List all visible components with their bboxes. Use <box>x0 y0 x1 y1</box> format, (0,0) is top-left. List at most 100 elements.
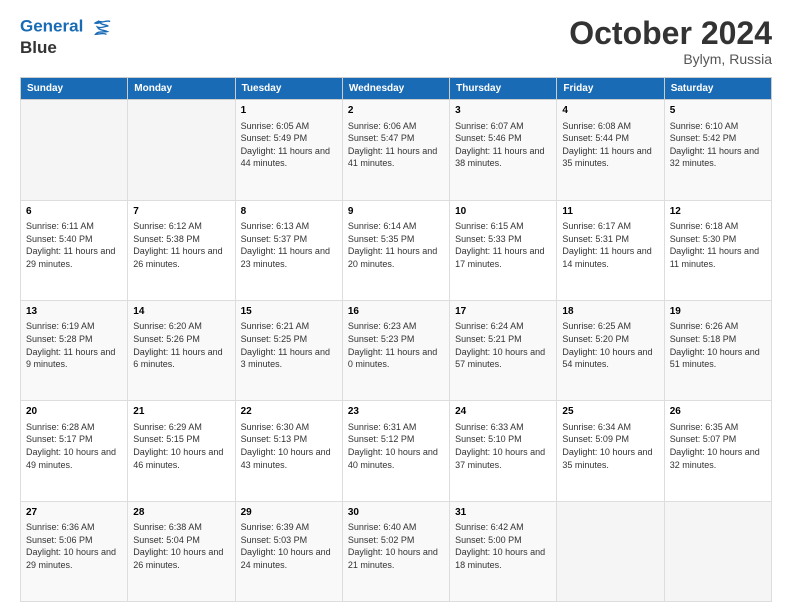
location-subtitle: Bylym, Russia <box>569 51 772 67</box>
day-number: 29 <box>241 506 337 520</box>
calendar-cell: 18Sunrise: 6:25 AM Sunset: 5:20 PM Dayli… <box>557 300 664 400</box>
day-info: Sunrise: 6:23 AM Sunset: 5:23 PM Dayligh… <box>348 320 444 370</box>
day-info: Sunrise: 6:24 AM Sunset: 5:21 PM Dayligh… <box>455 320 551 370</box>
day-number: 9 <box>348 205 444 219</box>
day-number: 5 <box>670 104 766 118</box>
calendar-week-2: 6Sunrise: 6:11 AM Sunset: 5:40 PM Daylig… <box>21 200 772 300</box>
calendar-cell: 11Sunrise: 6:17 AM Sunset: 5:31 PM Dayli… <box>557 200 664 300</box>
title-area: October 2024 Bylym, Russia <box>569 16 772 67</box>
month-title: October 2024 <box>569 16 772 51</box>
day-info: Sunrise: 6:36 AM Sunset: 5:06 PM Dayligh… <box>26 521 122 571</box>
day-number: 8 <box>241 205 337 219</box>
day-number: 7 <box>133 205 229 219</box>
day-number: 25 <box>562 405 658 419</box>
day-info: Sunrise: 6:21 AM Sunset: 5:25 PM Dayligh… <box>241 320 337 370</box>
day-number: 23 <box>348 405 444 419</box>
day-number: 15 <box>241 305 337 319</box>
logo-line1: General <box>20 16 112 38</box>
calendar-table: Sunday Monday Tuesday Wednesday Thursday… <box>20 77 772 602</box>
calendar-cell: 19Sunrise: 6:26 AM Sunset: 5:18 PM Dayli… <box>664 300 771 400</box>
calendar-cell: 28Sunrise: 6:38 AM Sunset: 5:04 PM Dayli… <box>128 501 235 601</box>
calendar-cell: 5 Sunrise: 6:10 AM Sunset: 5:42 PM Daylig… <box>664 100 771 200</box>
calendar-cell: 14Sunrise: 6:20 AM Sunset: 5:26 PM Dayli… <box>128 300 235 400</box>
header-monday: Monday <box>128 78 235 100</box>
header-saturday: Saturday <box>664 78 771 100</box>
day-info: Sunrise: 6:08 AM Sunset: 5:44 PM Dayligh… <box>562 120 658 170</box>
calendar-cell: 31Sunrise: 6:42 AM Sunset: 5:00 PM Dayli… <box>450 501 557 601</box>
day-number: 19 <box>670 305 766 319</box>
calendar-cell <box>21 100 128 200</box>
logo-bird-icon <box>90 16 112 38</box>
day-number: 27 <box>26 506 122 520</box>
day-info: Sunrise: 6:10 AM Sunset: 5:42 PM Dayligh… <box>670 120 766 170</box>
day-number: 28 <box>133 506 229 520</box>
day-info: Sunrise: 6:15 AM Sunset: 5:33 PM Dayligh… <box>455 220 551 270</box>
calendar-week-4: 20 Sunrise: 6:28 AM Sunset: 5:17 PM Dayli… <box>21 401 772 501</box>
calendar-cell: 10Sunrise: 6:15 AM Sunset: 5:33 PM Dayli… <box>450 200 557 300</box>
calendar-cell: 27Sunrise: 6:36 AM Sunset: 5:06 PM Dayli… <box>21 501 128 601</box>
day-info: Sunrise: 6:19 AM Sunset: 5:28 PM Dayligh… <box>26 320 122 370</box>
day-info: Sunrise: 6:13 AM Sunset: 5:37 PM Dayligh… <box>241 220 337 270</box>
day-number: 6 <box>26 205 122 219</box>
day-number: 4 <box>562 104 658 118</box>
day-info: Sunrise: 6:26 AM Sunset: 5:18 PM Dayligh… <box>670 320 766 370</box>
day-info: Sunrise: 6:42 AM Sunset: 5:00 PM Dayligh… <box>455 521 551 571</box>
calendar-cell: 12Sunrise: 6:18 AM Sunset: 5:30 PM Dayli… <box>664 200 771 300</box>
calendar-cell: 30Sunrise: 6:40 AM Sunset: 5:02 PM Dayli… <box>342 501 449 601</box>
day-number: 26 <box>670 405 766 419</box>
day-info: Sunrise: 6:30 AM Sunset: 5:13 PM Dayligh… <box>241 421 337 471</box>
day-info: Sunrise: 6:33 AM Sunset: 5:10 PM Dayligh… <box>455 421 551 471</box>
calendar-cell: 15Sunrise: 6:21 AM Sunset: 5:25 PM Dayli… <box>235 300 342 400</box>
day-info: Sunrise: 6:05 AM Sunset: 5:49 PM Dayligh… <box>241 120 337 170</box>
day-number: 31 <box>455 506 551 520</box>
day-info: Sunrise: 6:28 AM Sunset: 5:17 PM Dayligh… <box>26 421 122 471</box>
day-number: 18 <box>562 305 658 319</box>
page-header: General Blue October 2024 Bylym, Russia <box>20 16 772 67</box>
calendar-cell: 9Sunrise: 6:14 AM Sunset: 5:35 PM Daylig… <box>342 200 449 300</box>
day-info: Sunrise: 6:18 AM Sunset: 5:30 PM Dayligh… <box>670 220 766 270</box>
day-info: Sunrise: 6:14 AM Sunset: 5:35 PM Dayligh… <box>348 220 444 270</box>
logo-line2: Blue <box>20 38 112 58</box>
day-info: Sunrise: 6:07 AM Sunset: 5:46 PM Dayligh… <box>455 120 551 170</box>
day-number: 30 <box>348 506 444 520</box>
calendar-cell: 21 Sunrise: 6:29 AM Sunset: 5:15 PM Dayli… <box>128 401 235 501</box>
calendar-cell: 20 Sunrise: 6:28 AM Sunset: 5:17 PM Dayli… <box>21 401 128 501</box>
day-number: 1 <box>241 104 337 118</box>
calendar-cell: 6Sunrise: 6:11 AM Sunset: 5:40 PM Daylig… <box>21 200 128 300</box>
day-info: Sunrise: 6:20 AM Sunset: 5:26 PM Dayligh… <box>133 320 229 370</box>
calendar-cell: 2Sunrise: 6:06 AM Sunset: 5:47 PM Daylig… <box>342 100 449 200</box>
day-info: Sunrise: 6:12 AM Sunset: 5:38 PM Dayligh… <box>133 220 229 270</box>
day-info: Sunrise: 6:34 AM Sunset: 5:09 PM Dayligh… <box>562 421 658 471</box>
calendar-cell: 1 Sunrise: 6:05 AM Sunset: 5:49 PM Daylig… <box>235 100 342 200</box>
calendar-cell <box>128 100 235 200</box>
header-friday: Friday <box>557 78 664 100</box>
calendar-cell <box>664 501 771 601</box>
calendar-cell: 3 Sunrise: 6:07 AM Sunset: 5:46 PM Daylig… <box>450 100 557 200</box>
calendar-cell: 26 Sunrise: 6:35 AM Sunset: 5:07 PM Dayli… <box>664 401 771 501</box>
calendar-cell: 24 Sunrise: 6:33 AM Sunset: 5:10 PM Dayli… <box>450 401 557 501</box>
day-info: Sunrise: 6:29 AM Sunset: 5:15 PM Dayligh… <box>133 421 229 471</box>
day-number: 3 <box>455 104 551 118</box>
calendar-cell: 13Sunrise: 6:19 AM Sunset: 5:28 PM Dayli… <box>21 300 128 400</box>
day-info: Sunrise: 6:17 AM Sunset: 5:31 PM Dayligh… <box>562 220 658 270</box>
calendar-cell: 4 Sunrise: 6:08 AM Sunset: 5:44 PM Daylig… <box>557 100 664 200</box>
header-thursday: Thursday <box>450 78 557 100</box>
calendar-cell: 17Sunrise: 6:24 AM Sunset: 5:21 PM Dayli… <box>450 300 557 400</box>
calendar-cell <box>557 501 664 601</box>
day-info: Sunrise: 6:40 AM Sunset: 5:02 PM Dayligh… <box>348 521 444 571</box>
day-info: Sunrise: 6:35 AM Sunset: 5:07 PM Dayligh… <box>670 421 766 471</box>
day-info: Sunrise: 6:31 AM Sunset: 5:12 PM Dayligh… <box>348 421 444 471</box>
day-number: 12 <box>670 205 766 219</box>
calendar-cell: 29Sunrise: 6:39 AM Sunset: 5:03 PM Dayli… <box>235 501 342 601</box>
calendar-week-5: 27Sunrise: 6:36 AM Sunset: 5:06 PM Dayli… <box>21 501 772 601</box>
day-number: 21 <box>133 405 229 419</box>
day-info: Sunrise: 6:06 AM Sunset: 5:47 PM Dayligh… <box>348 120 444 170</box>
day-number: 13 <box>26 305 122 319</box>
calendar-cell: 16Sunrise: 6:23 AM Sunset: 5:23 PM Dayli… <box>342 300 449 400</box>
day-number: 24 <box>455 405 551 419</box>
day-number: 10 <box>455 205 551 219</box>
day-number: 22 <box>241 405 337 419</box>
day-info: Sunrise: 6:25 AM Sunset: 5:20 PM Dayligh… <box>562 320 658 370</box>
day-number: 20 <box>26 405 122 419</box>
calendar-cell: 22 Sunrise: 6:30 AM Sunset: 5:13 PM Dayli… <box>235 401 342 501</box>
